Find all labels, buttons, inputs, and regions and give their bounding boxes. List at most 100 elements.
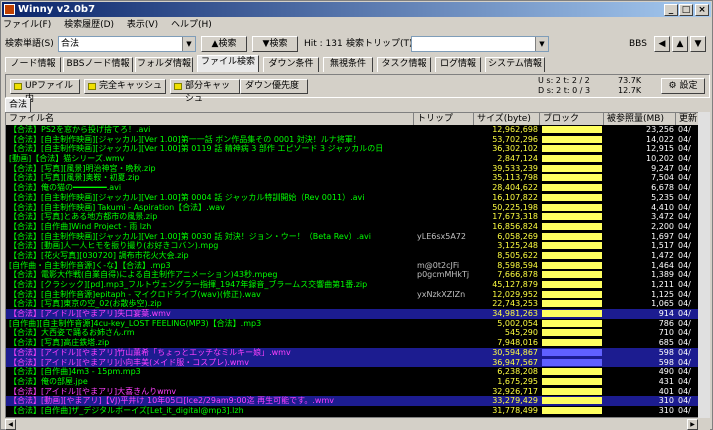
menu-history[interactable]: 検索履歴(D) bbox=[64, 20, 114, 30]
col-referenced[interactable]: 被参照量(MB) bbox=[604, 113, 676, 125]
tab-system-info[interactable]: システム情報 bbox=[485, 57, 545, 72]
menu-help[interactable]: ヘルプ(H) bbox=[171, 20, 212, 30]
table-row[interactable]: 【合法】[アイドル][やまアリ]竹山薫希「ちょっとエッチなミルキー娘」.wmv 3… bbox=[6, 347, 709, 358]
file-size: 31,778,499 bbox=[492, 405, 538, 415]
up-icon[interactable]: ▲ bbox=[672, 36, 688, 52]
app-icon bbox=[4, 4, 15, 15]
col-block[interactable]: ブロック bbox=[540, 113, 604, 125]
block-bar-fill bbox=[542, 193, 602, 201]
file-size: 545,290 bbox=[504, 328, 538, 338]
tab-task-info[interactable]: タスク情報 bbox=[377, 57, 431, 72]
table-row[interactable]: 【合法】[アイドル][やまアリ]失口宴葉.wmv 34,981,263 914 04/ bbox=[6, 309, 709, 319]
filter-full-cache[interactable]: 完全キャッシュ bbox=[84, 79, 166, 94]
table-row[interactable]: 【合法】[自主制作音源]epitaph - マイクロドライブ(wav)(修正).… bbox=[6, 290, 709, 300]
table-row[interactable]: [自作曲・自主制作音源]く-な】【合法】.mp3 m@0t2cJFi 8,598,5… bbox=[6, 260, 709, 271]
tab-node-info[interactable]: ノード情報 bbox=[5, 57, 61, 72]
trip-input[interactable]: ▼ bbox=[411, 36, 549, 52]
table-row[interactable]: 【合法】[自主制作映画][ジャッカル][Ver 1.00]第 0004 話 ジャ… bbox=[6, 193, 709, 203]
menu-view[interactable]: 表示(V) bbox=[127, 20, 158, 30]
maximize-icon[interactable]: □ bbox=[679, 4, 693, 16]
chevron-down-icon[interactable]: ▼ bbox=[182, 37, 195, 51]
tab-file-search[interactable]: ファイル検索 bbox=[197, 55, 259, 72]
filter-upload-folder[interactable]: UPファイル内 bbox=[10, 79, 80, 104]
block-bar bbox=[542, 281, 602, 288]
tab-bbs-node-info[interactable]: BBSノード情報 bbox=[63, 57, 133, 72]
menu-file[interactable]: ファイル(F) bbox=[3, 20, 51, 30]
block-bar bbox=[542, 406, 602, 414]
block-bar bbox=[542, 377, 602, 385]
table-row[interactable]: 【合法】[自作曲]Wind Project - 雨 lzh 16,856,824 2… bbox=[6, 222, 709, 232]
block-bar bbox=[542, 329, 602, 337]
chevron-down-icon[interactable]: ▼ bbox=[535, 37, 548, 51]
col-size[interactable]: サイズ(byte) bbox=[474, 113, 540, 125]
table-row[interactable]: [自作曲][自主制作音源]4cu-key_LOST FEELING(MP3)【合… bbox=[6, 319, 709, 329]
file-size: 3,125,248 bbox=[497, 241, 538, 251]
star-icon bbox=[174, 83, 182, 90]
block-bar bbox=[542, 358, 602, 366]
block-bar bbox=[542, 213, 602, 221]
vertical-scrollbar[interactable] bbox=[698, 112, 710, 418]
file-name: 【合法】[写真]高庄鉄塔.zip bbox=[9, 338, 110, 348]
down-icon[interactable]: ▼ bbox=[690, 36, 706, 52]
file-size: 22,743,253 bbox=[492, 299, 538, 309]
table-row[interactable]: 【合法】[アイドル][やまアリ]小向丰美(メイド服・コスプレ).wmv 36,94… bbox=[6, 357, 709, 368]
table-row[interactable]: 【合法】[自作曲]ザ_デジタルボーイズ[Let_it_digital@mp3].… bbox=[6, 405, 709, 416]
search-button[interactable]: ▲検索 bbox=[201, 36, 247, 52]
tab-ignore-conditions[interactable]: 無視条件 bbox=[323, 57, 373, 72]
table-row[interactable]: 【合法】[花火写真][030720] 調布市花火大会.zip 8,505,622 1… bbox=[6, 251, 709, 261]
table-row[interactable]: 【合法】[自主制作映画][ジャッカル][Ver 1.00]第一一話 ボン作品集そ… bbox=[6, 134, 709, 145]
table-row[interactable]: 【合法】電影大作戦(自業自得)による自主制作アニメーション)43秒.mpeg p0… bbox=[6, 270, 709, 280]
block-bar bbox=[542, 368, 602, 376]
file-size: 50,225,198 bbox=[492, 202, 538, 212]
table-row[interactable]: 【合法】PS2を窓から投げ捨てろ！.avi 12,962,698 23,256 04/ bbox=[6, 125, 709, 135]
search-down-button[interactable]: ▼検索 bbox=[252, 36, 298, 52]
block-bar-bg bbox=[542, 348, 602, 356]
horizontal-scrollbar[interactable]: ◀ ▶ bbox=[5, 419, 710, 430]
block-bar-fill bbox=[542, 126, 602, 133]
block-bar-fill bbox=[542, 203, 602, 211]
app-window: Winny v2.0b7 _ □ × ファイル(F) 検索履歴(D) 表示(V)… bbox=[0, 0, 713, 430]
table-row[interactable]: 【合法】[アイドル][やまアリ]大喜きんりwmv 32,926,717 401 04/ bbox=[6, 387, 709, 397]
table-row[interactable]: 【合法】[写真][風景]奥鞍・初夏.zip 35,113,798 7,504 04/ bbox=[6, 173, 709, 183]
scroll-left-icon[interactable]: ◀ bbox=[5, 419, 16, 430]
filter-download-priority[interactable]: ダウン優先度 bbox=[240, 79, 308, 94]
file-referenced: 1,464 bbox=[651, 260, 674, 270]
block-bar bbox=[542, 310, 602, 318]
file-list[interactable]: ファイル名 トリップ サイズ(byte) ブロック 被参照量(MB) 更新日 【… bbox=[5, 112, 710, 418]
file-name: 【合法】[写真]とある地方都市の風景.zip bbox=[9, 212, 158, 222]
close-icon[interactable]: × bbox=[695, 4, 709, 16]
table-row[interactable]: 【合法】大西姿で踊るお姉さん.rm 545,290 710 04/ bbox=[6, 328, 709, 338]
minimize-icon[interactable]: _ bbox=[664, 4, 678, 16]
col-trip[interactable]: トリップ bbox=[414, 113, 474, 125]
col-filename[interactable]: ファイル名 bbox=[6, 113, 414, 125]
file-referenced: 14,022 bbox=[646, 134, 674, 144]
table-row[interactable]: [動画]【合法】猫シリーズ.wmv 2,847,124 10,202 04/ bbox=[6, 154, 709, 164]
table-row[interactable]: 【合法】[自主制作映画] Takumi - Aspiration【合法】.wav… bbox=[6, 202, 709, 213]
filter-partial-cache[interactable]: 部分キャッシュ bbox=[170, 79, 240, 104]
block-bar bbox=[542, 339, 602, 347]
block-bar bbox=[542, 126, 602, 133]
table-row[interactable]: 【合法】[動画]人一人ヒモを振り撮り(お好きコバン).mpg 3,125,248 1… bbox=[6, 241, 709, 251]
tab-folder-info[interactable]: フォルダ情報 bbox=[135, 57, 193, 72]
table-row[interactable]: 【合法】俺の部屋.jpe 1,675,295 431 04/ bbox=[6, 377, 709, 387]
table-row[interactable]: 【合法】[写真][風景]明治神宮・晩秋.zip 39,533,239 9,247 04… bbox=[6, 164, 709, 174]
table-row[interactable]: 【合法】[動画][やまアリ]【VJ)平井け 10年05ロ[lce2/29am9:… bbox=[6, 396, 709, 406]
table-row[interactable]: 【合法】[自主制作映画][ジャッカル][Ver 1.00]第 0119 話 精神… bbox=[6, 144, 709, 154]
table-row[interactable]: 【合法】[写真]高庄鉄塔.zip 7,948,016 685 04/ bbox=[6, 338, 709, 348]
tab-download-conditions[interactable]: ダウン条件 bbox=[263, 57, 319, 72]
scroll-right-icon[interactable]: ▶ bbox=[687, 419, 698, 430]
table-row[interactable]: 【合法】俺の猫の━━━━━━━.avi 28,404,622 6,678 04/ bbox=[6, 183, 709, 193]
result-tab[interactable]: 合法 bbox=[5, 98, 31, 112]
table-row[interactable]: 【合法】[写真]東京の空_02(お散歩空).zip 22,743,253 1,065… bbox=[6, 299, 709, 309]
search-input[interactable]: 合法 ▼ bbox=[58, 36, 196, 52]
prev-icon[interactable]: ◀ bbox=[654, 36, 670, 52]
file-name: 【合法】[アイドル][やまアリ]竹山薫希「ちょっとエッチなミルキー娘」.wmv bbox=[9, 347, 291, 357]
tab-log-info[interactable]: ログ情報 bbox=[435, 57, 481, 72]
table-row[interactable]: 【合法】[クラシック][pd].mp3_フルトヴェングラー指揮_1947年録音_… bbox=[6, 280, 709, 290]
block-bar bbox=[542, 271, 602, 279]
settings-button[interactable]: ⚙ 設定 bbox=[661, 78, 705, 94]
file-name: 【合法】[自作曲]4m3 - 15pm.mp3 bbox=[9, 367, 141, 377]
table-row[interactable]: 【合法】[写真]とある地方都市の風景.zip 17,673,318 3,472 04/ bbox=[6, 212, 709, 222]
table-row[interactable]: 【合法】[自作曲]4m3 - 15pm.mp3 6,238,208 490 04/ bbox=[6, 367, 709, 377]
table-row[interactable]: 【合法】[自主制作映画][ジャッカル][Ver 1.00]第 0030 話 対決… bbox=[6, 232, 709, 242]
